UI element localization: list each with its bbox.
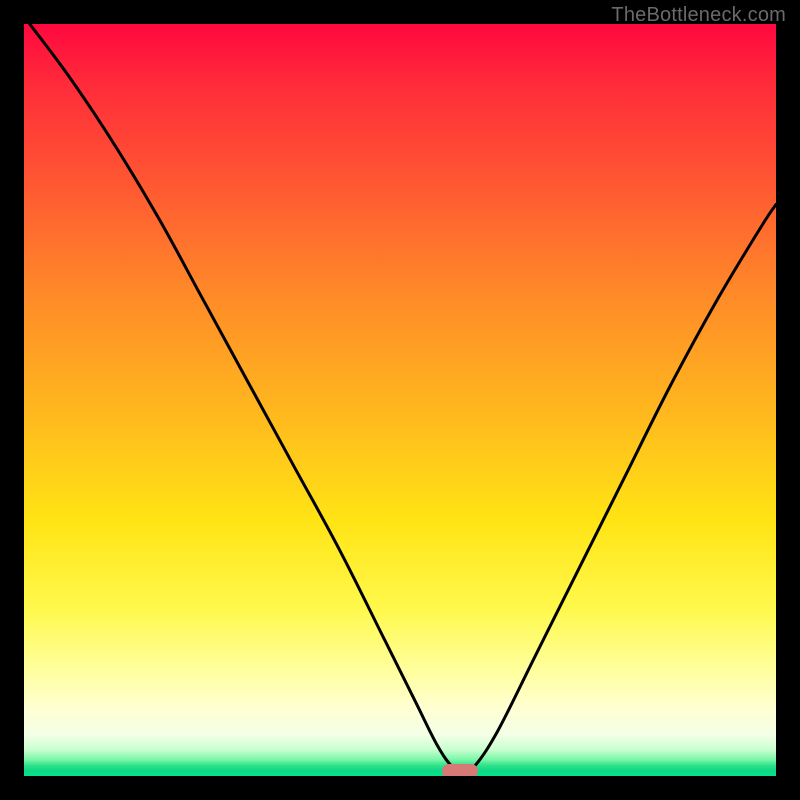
plot-area (24, 24, 776, 776)
outer-frame: TheBottleneck.com (0, 0, 800, 800)
bottleneck-curve (24, 24, 776, 776)
minimum-marker (442, 764, 478, 776)
